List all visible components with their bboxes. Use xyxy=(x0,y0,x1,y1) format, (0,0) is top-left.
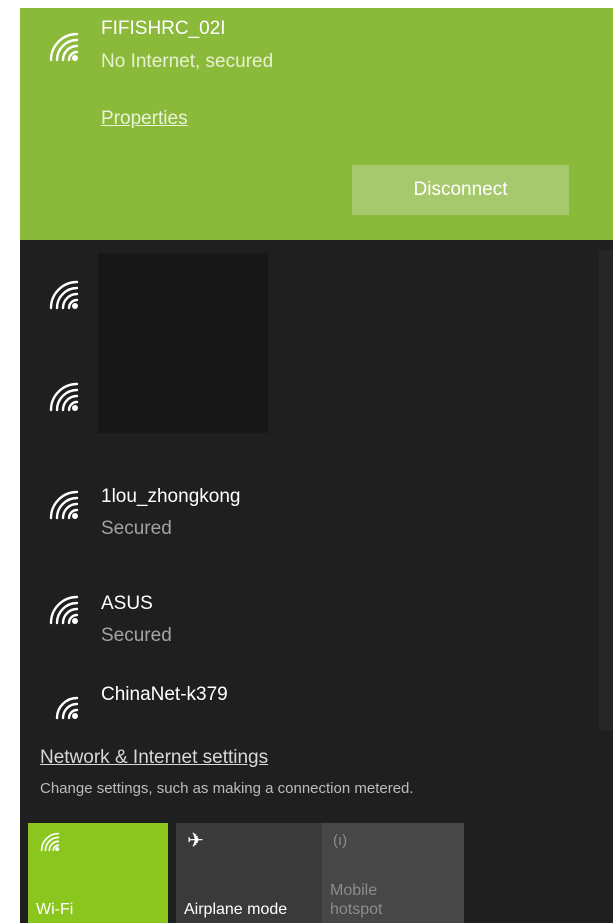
connected-network-status: No Internet, secured xyxy=(101,51,274,72)
redacted-network-names xyxy=(98,253,268,433)
wifi-signal-icon xyxy=(47,380,81,414)
network-status: Secured xyxy=(101,518,172,539)
disconnect-button[interactable]: Disconnect xyxy=(352,165,569,215)
wifi-signal-icon xyxy=(47,278,81,312)
scrollbar[interactable] xyxy=(599,250,613,730)
network-name: ChinaNet-k379 xyxy=(101,684,228,705)
wifi-signal-icon xyxy=(47,593,81,627)
properties-link[interactable]: Properties xyxy=(101,108,188,130)
mobile-hotspot-tile[interactable]: (ı) Mobile hotspot xyxy=(322,823,464,923)
wifi-icon xyxy=(39,831,61,853)
network-status: Secured xyxy=(101,625,172,646)
connected-network[interactable]: FIFISHRC_02I No Internet, secured Proper… xyxy=(20,8,613,240)
network-name: ASUS xyxy=(101,593,153,614)
network-settings-link[interactable]: Network & Internet settings xyxy=(40,747,268,769)
wifi-toggle-tile[interactable]: Wi-Fi xyxy=(28,823,168,923)
network-flyout: FIFISHRC_02I No Internet, secured Proper… xyxy=(20,8,613,923)
tile-label: Airplane mode xyxy=(184,901,288,918)
tile-label: Wi-Fi xyxy=(36,901,74,918)
wifi-weak-signal-icon xyxy=(47,688,81,722)
wifi-signal-icon xyxy=(47,30,81,64)
tile-label: Mobile hotspot xyxy=(330,882,383,918)
network-name: 1lou_zhongkong xyxy=(101,486,241,507)
hotspot-icon: (ı) xyxy=(333,832,348,849)
airplane-mode-tile[interactable]: ✈ Airplane mode xyxy=(176,823,326,923)
airplane-icon: ✈ xyxy=(187,830,204,852)
wifi-signal-icon xyxy=(47,488,81,522)
settings-description: Change settings, such as making a connec… xyxy=(40,780,414,797)
connected-network-name: FIFISHRC_02I xyxy=(101,18,226,39)
